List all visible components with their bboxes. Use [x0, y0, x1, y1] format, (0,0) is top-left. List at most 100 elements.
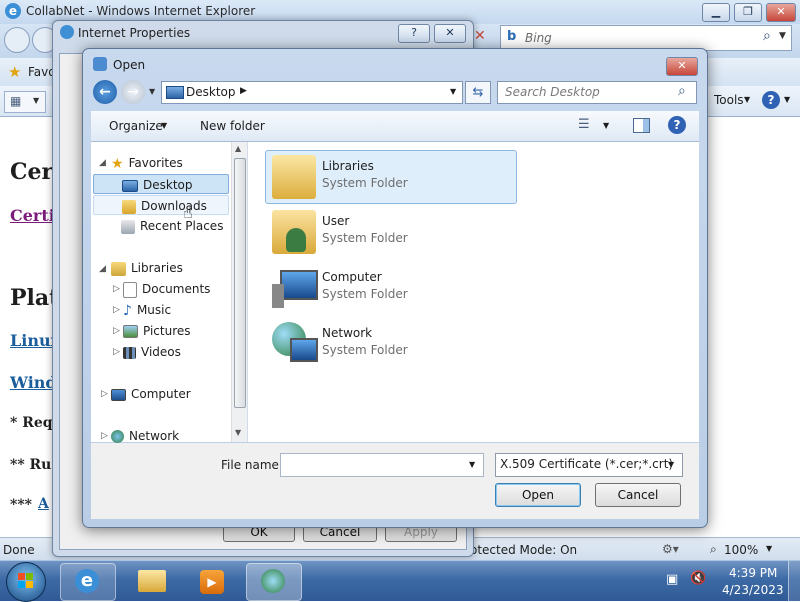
back-arrow-icon[interactable]: ← — [93, 80, 117, 104]
taskbar-explorer-button[interactable] — [124, 563, 180, 601]
address-bar[interactable]: Desktop ▶ ▼ — [161, 81, 463, 104]
clock-time[interactable]: 4:39 PM — [729, 566, 777, 580]
chevron-down-icon[interactable]: ▼ — [603, 121, 609, 130]
stop-icon[interactable]: ✕ — [474, 28, 492, 48]
libraries-icon — [272, 155, 316, 199]
organize-menu[interactable]: Organize — [109, 119, 163, 133]
cancel-button[interactable]: Cancel — [595, 483, 681, 507]
search-desktop-placeholder: Search Desktop — [505, 85, 600, 99]
note-three-link[interactable]: A — [38, 496, 49, 512]
file-type: System Folder — [322, 343, 408, 357]
volume-muted-icon[interactable]: 🔇 — [690, 571, 706, 586]
file-type-filter-value: X.509 Certificate (*.cer;*.crt) — [500, 457, 674, 471]
expand-pictures-icon[interactable]: ▷ — [113, 326, 120, 336]
nav-pictures[interactable]: Pictures — [123, 321, 191, 341]
breadcrumb-arrow-icon[interactable]: ▶ — [240, 86, 247, 96]
search-desktop-box[interactable]: Search Desktop ⌕ — [497, 81, 697, 104]
nav-documents[interactable]: Documents — [123, 279, 210, 299]
recent-locations-chevron-icon[interactable]: ▼ — [149, 87, 155, 96]
taskbar-media-player-button[interactable]: ▶ — [184, 563, 240, 601]
ie-window-title: CollabNet - Windows Internet Explorer — [26, 4, 256, 18]
file-item-computer[interactable]: Computer System Folder — [266, 262, 516, 314]
file-list-pane: Libraries System Folder User System Fold… — [248, 142, 699, 442]
documents-icon — [123, 281, 137, 298]
scroll-down-icon[interactable]: ▼ — [235, 428, 241, 437]
expand-music-icon[interactable]: ▷ — [113, 305, 120, 315]
help-icon[interactable]: ? — [668, 116, 686, 134]
chevron-down-icon[interactable]: ▼ — [469, 460, 475, 469]
maximize-button[interactable]: ❐ — [734, 3, 762, 22]
zoom-level[interactable]: 100% — [724, 543, 758, 557]
expand-computer-icon[interactable]: ▷ — [101, 389, 108, 399]
clock-date[interactable]: 4/23/2023 — [722, 583, 784, 597]
new-folder-button[interactable]: New folder — [200, 119, 265, 133]
file-type: System Folder — [322, 231, 408, 245]
address-dropdown-icon[interactable]: ▼ — [450, 87, 456, 96]
navigation-pane: ◢ ★ Favorites Desktop Downloads Recent Pl… — [91, 142, 248, 443]
network-icon — [272, 322, 318, 366]
nav-music[interactable]: ♪ Music — [123, 300, 171, 320]
open-button[interactable]: Open — [495, 483, 581, 507]
expand-network-icon[interactable]: ▷ — [101, 431, 108, 441]
open-close-button[interactable]: ✕ — [666, 57, 698, 76]
file-name-input[interactable]: ▼ — [280, 453, 484, 477]
chevron-down-icon[interactable]: ▼ — [161, 121, 167, 130]
help-icon[interactable]: ? — [762, 91, 780, 109]
scroll-up-icon[interactable]: ▲ — [235, 144, 241, 153]
file-item-network[interactable]: Network System Folder — [266, 318, 516, 370]
pictures-icon — [123, 325, 138, 338]
windows-link[interactable]: Wind — [10, 373, 57, 392]
media-player-icon: ▶ — [200, 570, 224, 594]
expand-favorites-icon[interactable]: ◢ — [99, 158, 106, 168]
tools-menu[interactable]: Tools — [714, 93, 744, 107]
protected-mode-status[interactable]: otected Mode: On — [470, 543, 577, 557]
view-options-icon[interactable]: ☰ — [578, 117, 590, 132]
taskbar-internet-options-button[interactable] — [246, 563, 302, 601]
taskbar-ie-button[interactable]: e — [60, 563, 116, 601]
nav-scroll-thumb[interactable] — [234, 158, 246, 408]
expand-libraries-icon[interactable]: ◢ — [99, 264, 106, 274]
quick-tabs-button[interactable]: ▦ ▼ — [4, 91, 46, 113]
nav-recent-places[interactable]: Recent Places — [121, 216, 223, 236]
grid-icon: ▦ — [10, 94, 22, 108]
ip-close-button[interactable]: ✕ — [434, 24, 466, 43]
open-dialog-toolbar: Organize ▼ New folder ☰ ▼ ? — [91, 111, 699, 142]
file-item-user[interactable]: User System Folder — [266, 206, 516, 258]
nav-desktop[interactable]: Desktop — [93, 174, 229, 194]
security-gear-icon[interactable]: ⚙▾ — [662, 542, 679, 556]
nav-favorites[interactable]: ★ Favorites — [111, 153, 183, 173]
nav-desktop-label: Desktop — [143, 178, 193, 192]
expand-videos-icon[interactable]: ▷ — [113, 347, 120, 357]
search-icon[interactable]: ⌕ — [678, 83, 686, 99]
nav-downloads[interactable]: Downloads — [93, 195, 229, 215]
expand-documents-icon[interactable]: ▷ — [113, 284, 120, 294]
chevron-down-icon[interactable]: ▼ — [779, 31, 786, 41]
refresh-icon[interactable]: ⇆ — [465, 81, 491, 104]
address-desktop-crumb[interactable]: Desktop — [186, 85, 236, 99]
nav-computer[interactable]: Computer — [111, 384, 191, 404]
file-type-filter[interactable]: X.509 Certificate (*.cer;*.crt) ▼ — [495, 453, 683, 477]
forward-arrow-icon[interactable]: → — [121, 80, 145, 104]
ie-search-placeholder: Bing — [525, 31, 552, 45]
windows-logo-icon — [18, 573, 25, 580]
chevron-down-icon[interactable]: ▼ — [668, 460, 674, 469]
network-tray-icon[interactable]: ▣ — [666, 572, 678, 587]
certificate-link[interactable]: Certi — [10, 206, 55, 225]
close-button[interactable]: ✕ — [766, 3, 796, 22]
ie-back-button[interactable] — [4, 27, 30, 53]
minimize-button[interactable]: ▁ — [702, 3, 730, 22]
start-button[interactable] — [6, 562, 46, 602]
nav-videos[interactable]: Videos — [123, 342, 181, 362]
preview-pane-icon[interactable] — [633, 118, 650, 133]
nav-libraries[interactable]: Libraries — [111, 258, 183, 278]
file-item-libraries[interactable]: Libraries System Folder — [265, 150, 517, 204]
chevron-down-icon[interactable]: ▼ — [744, 95, 750, 104]
show-desktop-button[interactable] — [788, 561, 800, 601]
nav-pictures-label: Pictures — [143, 324, 191, 338]
libraries-icon — [111, 261, 126, 276]
nav-scrollbar[interactable]: ▲ ▼ — [231, 142, 247, 442]
chevron-down-icon[interactable]: ▼ — [766, 544, 772, 553]
ip-help-button[interactable]: ? — [398, 24, 430, 43]
chevron-down-icon[interactable]: ▼ — [784, 95, 790, 104]
search-icon[interactable]: ⌕ — [763, 28, 771, 44]
